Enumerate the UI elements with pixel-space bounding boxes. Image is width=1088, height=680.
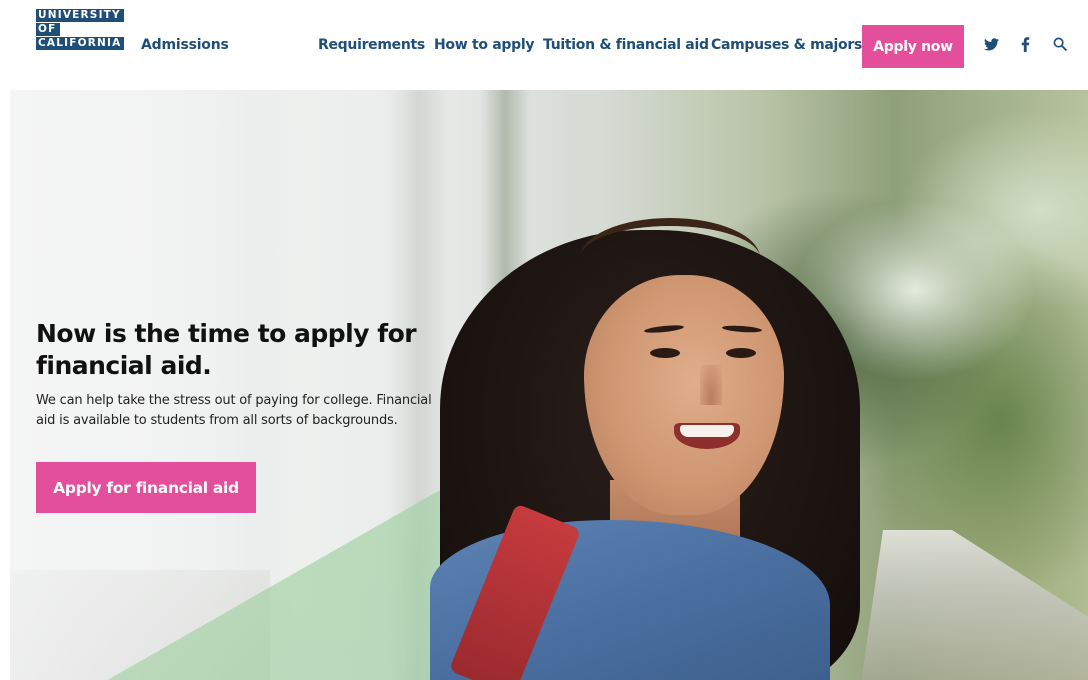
twitter-icon[interactable]: [982, 34, 1000, 54]
hero-description: We can help take the stress out of payin…: [36, 393, 432, 428]
hero-title: Now is the time to apply for financial a…: [36, 319, 417, 380]
nav-item-tuition-financial-aid[interactable]: Tuition & financial aid: [543, 37, 709, 53]
facebook-icon[interactable]: [1016, 34, 1034, 54]
hero-banner: [10, 90, 1088, 680]
site-header: UNIVERSITY OF CALIFORNIA Admissions Requ…: [0, 0, 1088, 90]
student-face: [584, 275, 784, 515]
student-eye: [650, 348, 680, 358]
apply-for-financial-aid-button[interactable]: Apply for financial aid: [36, 462, 256, 513]
nav-item-requirements[interactable]: Requirements: [318, 37, 425, 53]
logo-line-of: OF: [36, 23, 60, 36]
background-railing: [860, 530, 1088, 680]
nav-item-campuses-majors[interactable]: Campuses & majors: [711, 37, 862, 53]
apply-now-button[interactable]: Apply now: [862, 25, 964, 68]
nav-item-how-to-apply[interactable]: How to apply: [434, 37, 534, 53]
facebook-icon-glyph: [1021, 36, 1029, 52]
logo-line-university: UNIVERSITY: [36, 9, 124, 22]
student-teeth: [680, 425, 734, 437]
search-icon-glyph: [1053, 37, 1067, 51]
student-eye: [726, 348, 756, 358]
student-nose: [700, 365, 722, 405]
student-sunglasses: [580, 218, 760, 258]
twitter-icon-glyph: [983, 37, 999, 50]
search-icon[interactable]: [1051, 34, 1069, 54]
